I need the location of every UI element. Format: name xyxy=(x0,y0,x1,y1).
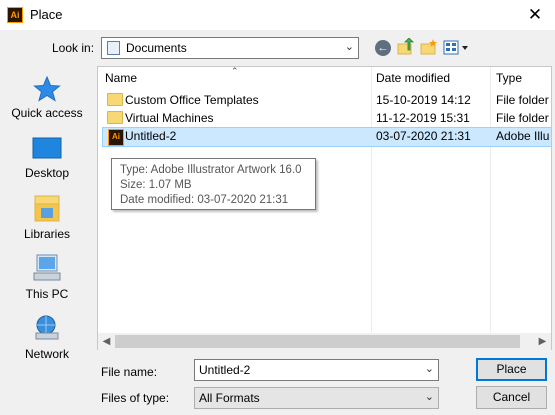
list-item[interactable]: Custom Office Templates 15-10-2019 14:12… xyxy=(102,91,550,109)
this-pc-icon xyxy=(32,253,62,283)
places-label-network: Network xyxy=(24,347,69,361)
file-info-tooltip: Type: Adobe Illustrator Artwork 16.0 Siz… xyxy=(111,158,316,210)
file-type: File folder xyxy=(496,93,549,107)
look-in-value: Documents xyxy=(126,41,187,55)
sort-ascending-icon: ⌃ xyxy=(231,66,239,76)
column-header-date-modified[interactable]: Date modified xyxy=(376,71,450,85)
folder-icon xyxy=(107,111,123,124)
chevron-down-icon[interactable]: ⌄ xyxy=(425,362,434,375)
file-name-value: Untitled-2 xyxy=(199,363,251,377)
tooltip-size: Size: 1.07 MB xyxy=(120,179,192,191)
scroll-left-icon[interactable]: ◀ xyxy=(98,333,115,350)
tooltip-date: Date modified: 03-07-2020 21:31 xyxy=(120,194,289,206)
cancel-button[interactable]: Cancel xyxy=(476,386,547,409)
look-in-dropdown[interactable]: Documents ⌄ xyxy=(101,37,359,59)
illustrator-file-icon: Ai xyxy=(108,129,124,146)
list-item-selected[interactable]: Ai Untitled-2 03-07-2020 21:31 Adobe Ill… xyxy=(102,127,552,147)
file-name-label: File name: xyxy=(101,365,158,379)
back-icon[interactable]: ← xyxy=(375,40,391,56)
file-name: Untitled-2 xyxy=(125,129,177,143)
file-type: File folder xyxy=(496,111,549,125)
libraries-icon xyxy=(32,193,62,223)
scrollbar-thumb[interactable] xyxy=(115,335,520,348)
title-bar: Ai Place ✕ xyxy=(0,0,555,30)
up-folder-icon[interactable] xyxy=(397,37,415,56)
documents-icon xyxy=(107,41,120,55)
look-in-label: Look in: xyxy=(52,41,95,55)
places-label-desktop: Desktop xyxy=(24,166,70,180)
files-of-type-value: All Formats xyxy=(199,391,260,405)
places-label-libraries: Libraries xyxy=(23,227,71,241)
places-item-libraries[interactable]: Libraries xyxy=(4,193,90,241)
file-date: 03-07-2020 21:31 xyxy=(376,129,471,143)
tooltip-type: Type: Adobe Illustrator Artwork 16.0 xyxy=(120,164,302,176)
places-item-quick-access[interactable]: Quick access xyxy=(4,75,90,120)
places-item-desktop[interactable]: Desktop xyxy=(4,136,90,180)
quick-access-star-icon xyxy=(33,75,61,102)
folder-icon xyxy=(107,93,123,106)
chevron-down-icon: ⌄ xyxy=(424,391,434,403)
chevron-down-icon: ⌄ xyxy=(344,41,354,53)
column-header-name[interactable]: Name xyxy=(105,71,137,85)
places-item-this-pc[interactable]: This PC xyxy=(4,253,90,301)
file-date: 11-12-2019 15:31 xyxy=(376,111,470,125)
new-folder-icon[interactable] xyxy=(420,39,438,55)
desktop-icon xyxy=(32,136,62,162)
file-date: 15-10-2019 14:12 xyxy=(376,93,471,107)
places-item-network[interactable]: Network xyxy=(4,313,90,361)
window-title: Place xyxy=(30,7,63,22)
file-name: Virtual Machines xyxy=(125,111,214,125)
places-label-quick-access: Quick access xyxy=(11,106,83,120)
places-label-this-pc: This PC xyxy=(25,287,69,301)
place-button[interactable]: Place xyxy=(476,358,547,381)
column-header-type[interactable]: Type xyxy=(496,71,522,85)
files-of-type-dropdown[interactable]: All Formats ⌄ xyxy=(194,387,439,409)
file-name: Custom Office Templates xyxy=(125,93,259,107)
files-of-type-label: Files of type: xyxy=(101,391,170,405)
scroll-right-icon[interactable]: ▶ xyxy=(534,333,551,350)
views-menu-icon[interactable] xyxy=(443,39,471,57)
file-type: Adobe Illu xyxy=(496,129,550,143)
close-button[interactable]: ✕ xyxy=(518,2,552,28)
illustrator-app-icon: Ai xyxy=(7,7,23,23)
horizontal-scrollbar[interactable]: ◀ ▶ xyxy=(98,333,551,350)
list-item[interactable]: Virtual Machines 11-12-2019 15:31 File f… xyxy=(102,109,550,127)
file-name-field[interactable]: Untitled-2 ⌄ xyxy=(194,359,439,381)
network-icon xyxy=(32,313,62,343)
